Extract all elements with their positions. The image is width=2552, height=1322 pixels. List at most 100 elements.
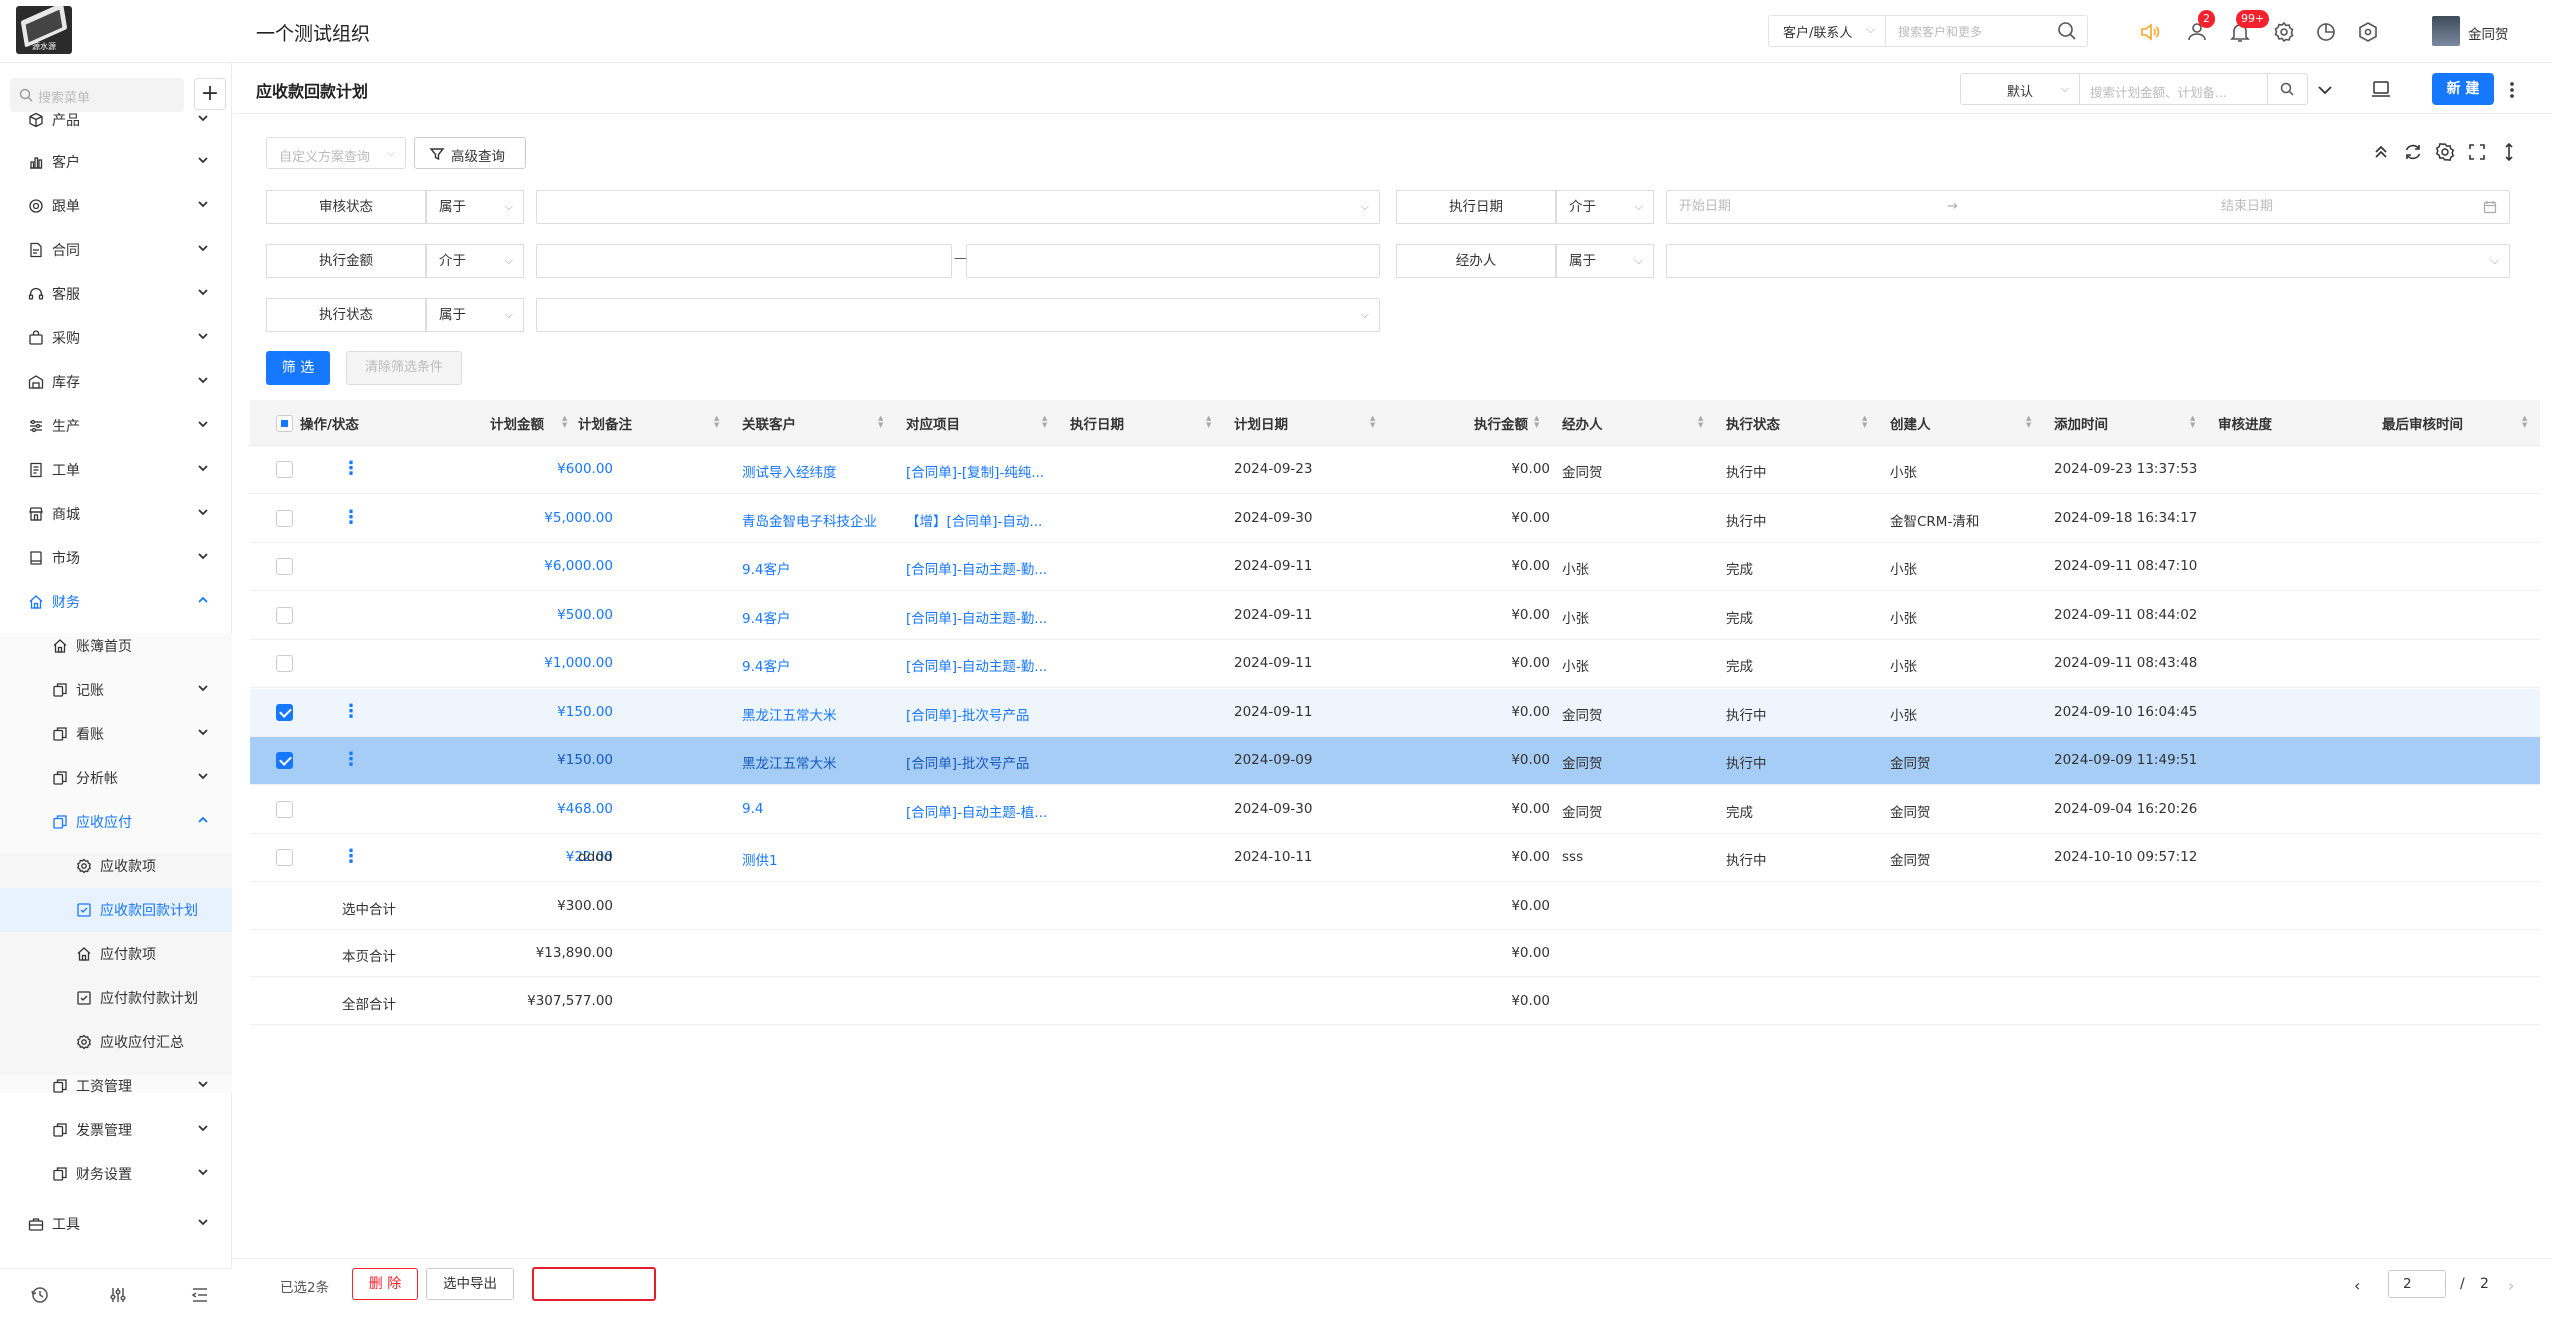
plan-amount[interactable]: ¥500.00 (410, 607, 613, 623)
avatar[interactable] (2432, 16, 2460, 46)
row-checkbox[interactable] (276, 509, 293, 527)
filter-op-exec-amount[interactable]: 介于 ⌵ (426, 244, 524, 278)
filter-op-audit-status[interactable]: 属于 ⌵ (426, 190, 524, 224)
customer-link[interactable]: 黑龙江五常大米 (742, 752, 892, 772)
col-plan-note-header[interactable]: 计划备注 (578, 413, 632, 433)
box-icon[interactable] (2356, 20, 2380, 44)
sort-icon[interactable]: ▲ ▼ (1206, 415, 1214, 429)
project-link[interactable]: 【增】[合同单]-自动... (906, 510, 1056, 530)
sidebar-item-viewacc[interactable]: 看账 (0, 712, 232, 756)
menu-search-input[interactable]: 搜索菜单 (10, 78, 184, 112)
sort-icon[interactable]: ▲ ▼ (2026, 415, 2034, 429)
clear-filters-button[interactable]: 清除筛选条件 (346, 351, 462, 385)
sidebar-item-follow[interactable]: 跟单 (0, 184, 232, 228)
gear-icon[interactable] (2272, 20, 2296, 44)
scheme-select[interactable]: 自定义方案查询 ⌵ (266, 137, 406, 169)
next-page-button[interactable]: › (2508, 1276, 2514, 1295)
table-row[interactable]: ¥500.00 9.4客户 [合同单]-自动主题-勤... 2024-09-11 ¥0.… (250, 592, 2540, 640)
sidebar-item-arap-summary[interactable]: 应收应付汇总 (0, 1020, 232, 1064)
collapse-up-icon[interactable] (2370, 141, 2392, 163)
sidebar-item-salary[interactable]: 工资管理 (0, 1064, 232, 1108)
chevron-down-icon[interactable] (2314, 79, 2336, 101)
history-icon[interactable] (30, 1285, 50, 1305)
more-vertical-icon[interactable]: ⋮ (342, 747, 360, 773)
row-height-icon[interactable] (2498, 141, 2520, 163)
plan-search-input[interactable]: 搜索计划金额、计划备... (2080, 73, 2268, 105)
project-link[interactable]: [合同单]-批次号产品 (906, 704, 1056, 724)
search-icon[interactable] (2056, 20, 2078, 42)
filter-button[interactable]: 筛 选 (266, 351, 330, 385)
sort-icon[interactable]: ▲ ▼ (562, 415, 570, 429)
sidebar-item-finance[interactable]: 财务 (0, 580, 232, 624)
plan-amount[interactable]: ¥6,000.00 (410, 558, 613, 574)
org-name[interactable]: 一个测试组织 (256, 19, 370, 46)
table-row[interactable]: ⋮ ¥150.00 黑龙江五常大米 [合同单]-批次号产品 2024-09-09 ¥0.0… (250, 737, 2540, 785)
sidebar-item-market[interactable]: 市场 (0, 536, 232, 580)
view-select[interactable]: 默认 ⌵ (1960, 73, 2080, 105)
col-exec-status-header[interactable]: 执行状态 (1726, 413, 1780, 433)
customer-link[interactable]: 9.4 (742, 801, 892, 817)
bell-icon[interactable]: 99+ (2228, 10, 2270, 44)
row-checkbox[interactable] (276, 703, 293, 721)
prev-page-button[interactable]: ‹ (2354, 1276, 2360, 1295)
sidebar-item-contract[interactable]: 合同 (0, 228, 232, 272)
row-checkbox[interactable] (276, 461, 293, 478)
sort-icon[interactable]: ▲ ▼ (1862, 415, 1870, 429)
col-plan-amount-header[interactable]: 计划金额 (490, 413, 544, 433)
plan-amount[interactable]: ¥1,000.00 (410, 655, 613, 671)
more-vertical-icon[interactable]: ⋮ (342, 699, 360, 725)
add-menu-button[interactable]: + (194, 78, 226, 110)
fullscreen-icon[interactable] (2466, 141, 2488, 163)
customer-link[interactable]: 9.4客户 (742, 558, 892, 578)
sidebar-item-invoice[interactable]: 发票管理 (0, 1108, 232, 1152)
filter-op-exec-status[interactable]: 属于 ⌵ (426, 298, 524, 332)
sort-icon[interactable]: ▲ ▼ (878, 415, 886, 429)
col-audit-progress-header[interactable]: 审核进度 (2218, 413, 2272, 433)
filter-op-handler[interactable]: 属于 ⌵ (1556, 244, 1654, 278)
more-vertical-icon[interactable]: ⋮ (342, 844, 360, 870)
col-handler-header[interactable]: 经办人 (1562, 413, 1603, 433)
sidebar-item-arap[interactable]: 应收应付 (0, 800, 232, 844)
table-row[interactable]: ¥1,000.00 9.4客户 [合同单]-自动主题-勤... 2024-09-11 ¥… (250, 640, 2540, 688)
plan-amount[interactable]: ¥600.00 (410, 461, 613, 477)
customer-link[interactable]: 测试导入经纬度 (742, 461, 892, 481)
select-all-checkbox[interactable] (276, 415, 293, 432)
exec-date-range-picker[interactable]: 开始日期 → 结束日期 (1666, 190, 2510, 224)
delete-button[interactable]: 删 除 (352, 1268, 418, 1300)
customer-link[interactable]: 9.4客户 (742, 655, 892, 675)
sidebar-item-fin-settings[interactable]: 财务设置 (0, 1152, 232, 1196)
customer-link[interactable]: 黑龙江五常大米 (742, 704, 892, 724)
sidebar-item-production[interactable]: 生产 (0, 404, 232, 448)
table-row[interactable]: ¥6,000.00 9.4客户 [合同单]-自动主题-勤... 2024-09-11 ¥… (250, 543, 2540, 591)
refresh-icon[interactable] (2402, 141, 2424, 163)
filter-settings-icon[interactable] (108, 1285, 128, 1305)
plan-amount[interactable]: ¥468.00 (410, 801, 613, 817)
exec-amount-max-input[interactable] (966, 244, 1380, 278)
sidebar-item-ledger-home[interactable]: 账簿首页 (0, 624, 232, 668)
sidebar-item-purchase[interactable]: 采购 (0, 316, 232, 360)
export-selected-button[interactable]: 选中导出 (426, 1268, 514, 1300)
project-link[interactable]: [合同单]-自动主题-勤... (906, 607, 1056, 627)
user-name[interactable]: 金同贺 (2468, 23, 2509, 43)
sidebar-item-product[interactable]: 产品 (0, 110, 232, 132)
contacts-icon[interactable]: 2 (2186, 10, 2215, 44)
col-exec-amount-header[interactable]: 执行金额 (1474, 413, 1528, 433)
new-button[interactable]: 新 建 (2432, 73, 2494, 105)
sort-icon[interactable]: ▲ ▼ (2190, 415, 2198, 429)
project-link[interactable]: [合同单]-自动主题-勤... (906, 558, 1056, 578)
sidebar-item-receivables[interactable]: 应收款项 (0, 844, 232, 888)
sidebar-item-analysis[interactable]: 分析帐 (0, 756, 232, 800)
row-checkbox[interactable] (276, 849, 293, 866)
col-actions-header[interactable]: 操作/状态 (300, 413, 359, 433)
table-row[interactable]: ⋮ ¥600.00 测试导入经纬度 [合同单]-[复制]-纯纯... 2024-09-2… (250, 446, 2540, 494)
plan-amount[interactable]: ¥5,000.00 (410, 510, 613, 526)
print-icon[interactable] (2370, 78, 2392, 100)
pie-chart-icon[interactable] (2314, 20, 2338, 44)
sort-icon[interactable]: ▲ ▼ (1698, 415, 1706, 429)
search-type-select[interactable]: 客户/联系人 ⌵ (1768, 15, 1886, 47)
speaker-icon[interactable] (2138, 20, 2162, 44)
row-checkbox[interactable] (276, 655, 293, 672)
sidebar-item-tools[interactable]: 工具 (0, 1202, 232, 1246)
col-exec-date-header[interactable]: 执行日期 (1070, 413, 1124, 433)
table-row[interactable]: ⋮ ¥22.00 dddd 测供1 2024-10-11 ¥0.00 sss 执行中 金同贺 20… (250, 834, 2540, 882)
